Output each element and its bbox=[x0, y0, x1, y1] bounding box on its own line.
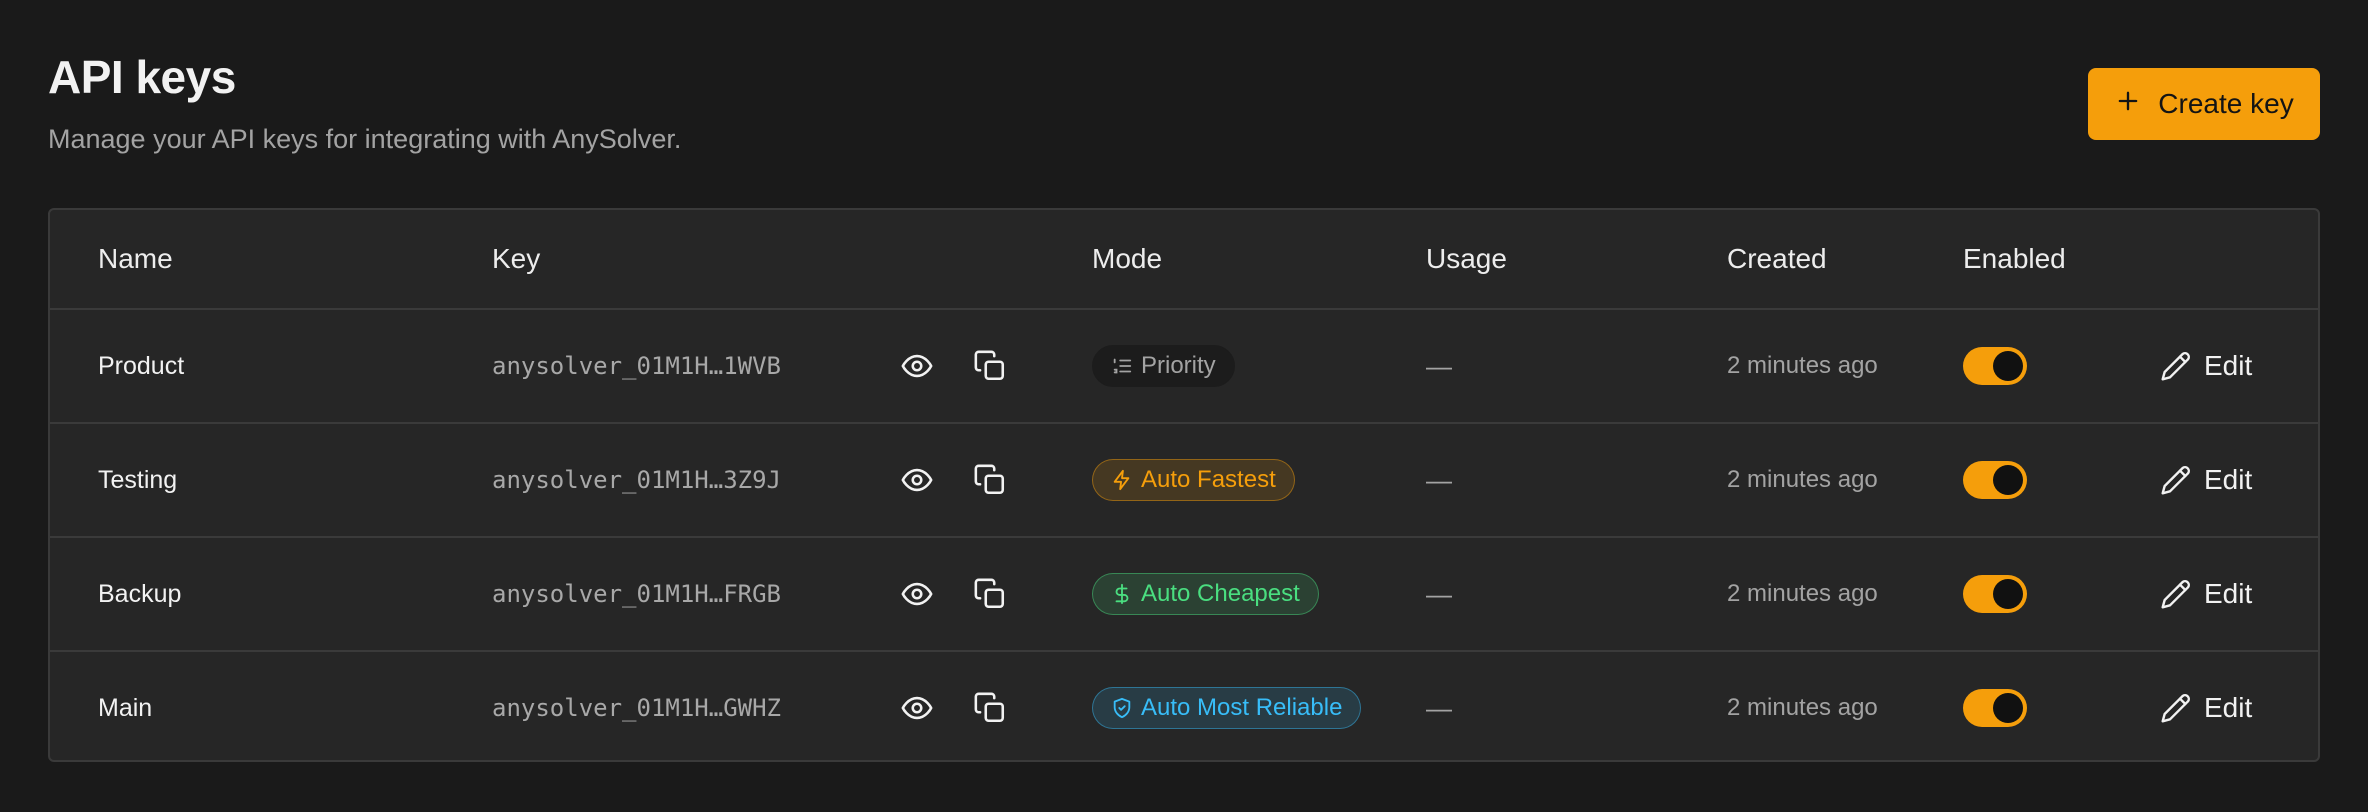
reveal-key-button[interactable] bbox=[897, 460, 937, 500]
copy-icon bbox=[973, 691, 1007, 725]
mode-cell: Auto Fastest bbox=[1092, 424, 1295, 536]
edit-button[interactable]: Edit bbox=[2160, 692, 2252, 724]
key-value: anysolver_01M1H…GWHZ bbox=[492, 694, 781, 722]
copy-key-button[interactable] bbox=[970, 688, 1010, 728]
api-keys-table: Name Key Mode Usage Created Enabled Prod… bbox=[48, 208, 2320, 762]
column-header-mode: Mode bbox=[1092, 243, 1163, 274]
column-header-enabled: Enabled bbox=[1963, 243, 2066, 274]
copy-icon bbox=[973, 349, 1007, 383]
copy-key-button[interactable] bbox=[970, 346, 1010, 386]
enabled-toggle[interactable] bbox=[1963, 689, 2027, 727]
enabled-cell bbox=[1963, 310, 2027, 422]
edit-label: Edit bbox=[2204, 464, 2253, 495]
enabled-toggle[interactable] bbox=[1963, 347, 2027, 385]
edit-button[interactable]: Edit bbox=[2160, 350, 2252, 382]
eye-icon bbox=[900, 463, 934, 497]
eye-icon bbox=[900, 691, 934, 725]
mode-cell: Priority bbox=[1092, 310, 1235, 422]
reveal-key-button[interactable] bbox=[897, 574, 937, 614]
mode-cell: Auto Most Reliable bbox=[1092, 652, 1362, 760]
table-row: Testing anysolver_01M1H…3Z9J Auto Fastes… bbox=[50, 424, 2318, 538]
eye-icon bbox=[900, 349, 934, 383]
mode-badge: Priority bbox=[1092, 345, 1235, 387]
key-name: Testing bbox=[98, 465, 178, 494]
table-header: Name Key Mode Usage Created Enabled bbox=[50, 210, 2318, 310]
enabled-cell bbox=[1963, 424, 2027, 536]
key-value: anysolver_01M1H…3Z9J bbox=[492, 466, 781, 494]
plus-icon bbox=[2114, 87, 2142, 122]
toggle-knob bbox=[1993, 351, 2023, 381]
mode-badge: Auto Fastest bbox=[1092, 459, 1295, 501]
api-keys-page: API keys Manage your API keys for integr… bbox=[0, 0, 2368, 812]
edit-cell: Edit bbox=[2160, 424, 2252, 536]
pencil-icon bbox=[2160, 578, 2192, 610]
key-name: Product bbox=[98, 351, 185, 380]
dollar-icon bbox=[1111, 583, 1133, 605]
copy-icon bbox=[973, 577, 1007, 611]
edit-cell: Edit bbox=[2160, 310, 2252, 422]
column-header-created: Created bbox=[1727, 243, 1827, 274]
table-row: Product anysolver_01M1H…1WVB Priority — … bbox=[50, 310, 2318, 424]
usage-value: — bbox=[1426, 692, 1452, 723]
key-value: anysolver_01M1H…FRGB bbox=[492, 580, 781, 608]
mode-label: Auto Cheapest bbox=[1141, 580, 1300, 607]
copy-key-button[interactable] bbox=[970, 574, 1010, 614]
reveal-key-button[interactable] bbox=[897, 346, 937, 386]
page-title: API keys bbox=[48, 51, 236, 103]
column-header-usage: Usage bbox=[1426, 243, 1507, 274]
toggle-knob bbox=[1993, 579, 2023, 609]
reveal-key-button[interactable] bbox=[897, 688, 937, 728]
edit-button[interactable]: Edit bbox=[2160, 464, 2252, 496]
created-value: 2 minutes ago bbox=[1727, 694, 1878, 721]
enabled-cell bbox=[1963, 538, 2027, 650]
mode-badge: Auto Most Reliable bbox=[1092, 687, 1362, 729]
copy-key-button[interactable] bbox=[970, 460, 1010, 500]
eye-icon bbox=[900, 577, 934, 611]
usage-value: — bbox=[1426, 350, 1452, 381]
enabled-toggle[interactable] bbox=[1963, 461, 2027, 499]
page-subtitle: Manage your API keys for integrating wit… bbox=[48, 124, 682, 154]
usage-value: — bbox=[1426, 464, 1452, 495]
enabled-cell bbox=[1963, 652, 2027, 760]
edit-label: Edit bbox=[2204, 350, 2253, 381]
copy-icon bbox=[973, 463, 1007, 497]
created-value: 2 minutes ago bbox=[1727, 466, 1878, 493]
edit-label: Edit bbox=[2204, 578, 2253, 609]
key-name: Main bbox=[98, 693, 153, 722]
mode-cell: Auto Cheapest bbox=[1092, 538, 1319, 650]
pencil-icon bbox=[2160, 464, 2192, 496]
created-value: 2 minutes ago bbox=[1727, 352, 1878, 379]
table-row: Main anysolver_01M1H…GWHZ Auto Most Reli… bbox=[50, 652, 2318, 760]
create-key-label: Create key bbox=[2158, 88, 2294, 119]
key-name: Backup bbox=[98, 579, 182, 608]
mode-label: Priority bbox=[1141, 352, 1216, 379]
toggle-knob bbox=[1993, 465, 2023, 495]
pencil-icon bbox=[2160, 350, 2192, 382]
lightning-icon bbox=[1111, 469, 1133, 491]
mode-label: Auto Fastest bbox=[1141, 466, 1276, 493]
list-icon bbox=[1111, 355, 1133, 377]
create-key-button[interactable]: Create key bbox=[2088, 68, 2320, 140]
toggle-knob bbox=[1993, 693, 2023, 723]
pencil-icon bbox=[2160, 692, 2192, 724]
mode-badge: Auto Cheapest bbox=[1092, 573, 1319, 615]
column-header-key: Key bbox=[492, 243, 541, 274]
edit-button[interactable]: Edit bbox=[2160, 578, 2252, 610]
key-value: anysolver_01M1H…1WVB bbox=[492, 352, 781, 380]
edit-label: Edit bbox=[2204, 692, 2253, 723]
usage-value: — bbox=[1426, 578, 1452, 609]
edit-cell: Edit bbox=[2160, 538, 2252, 650]
shield-check-icon bbox=[1111, 697, 1133, 719]
enabled-toggle[interactable] bbox=[1963, 575, 2027, 613]
mode-label: Auto Most Reliable bbox=[1141, 694, 1343, 721]
edit-cell: Edit bbox=[2160, 652, 2252, 760]
table-row: Backup anysolver_01M1H…FRGB Auto Cheapes… bbox=[50, 538, 2318, 652]
column-header-name: Name bbox=[98, 243, 173, 274]
created-value: 2 minutes ago bbox=[1727, 580, 1878, 607]
